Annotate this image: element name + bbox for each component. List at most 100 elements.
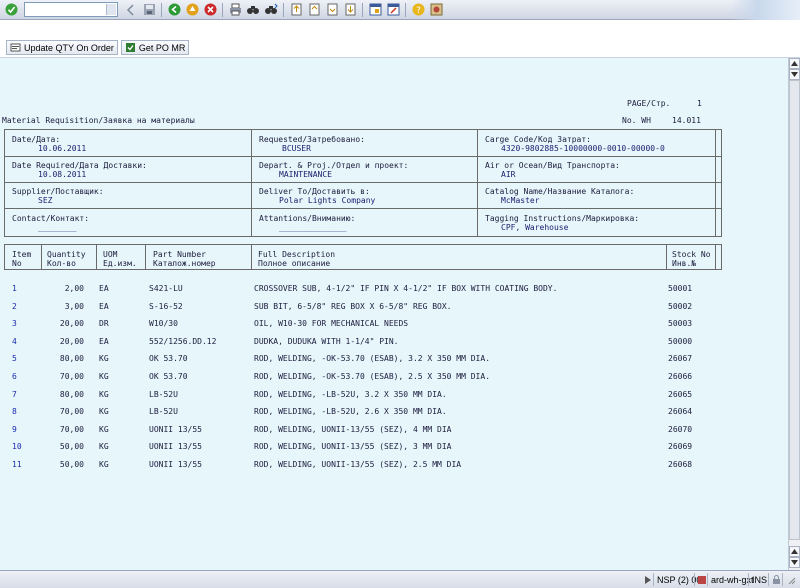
item-uom: EA xyxy=(99,337,109,346)
department-value: MAINTENANCE xyxy=(279,170,332,179)
item-number: 7 xyxy=(12,390,17,399)
item-part-number: UONII 13/55 xyxy=(149,425,202,434)
last-page-icon[interactable] xyxy=(342,2,358,18)
command-input[interactable] xyxy=(25,4,109,17)
resize-grip-icon[interactable] xyxy=(782,573,799,586)
col-qty-header-ru: Кол-во xyxy=(47,259,76,268)
item-uom: KG xyxy=(99,354,109,363)
print-icon[interactable] xyxy=(227,2,243,18)
scroll-down-icon[interactable] xyxy=(789,557,800,568)
charge-code-value: 4320-9802885-10000000-0010-00000-0 xyxy=(501,144,665,153)
transport-label: Air or Ocean/Вид Транспорта: xyxy=(485,161,620,170)
enter-icon[interactable] xyxy=(3,2,19,18)
scroll-page-down-icon[interactable] xyxy=(789,546,800,557)
item-stock-number: 26069 xyxy=(668,442,693,451)
scroll-page-up-icon[interactable] xyxy=(789,69,800,80)
exit-icon[interactable] xyxy=(184,2,200,18)
transport-value: AIR xyxy=(501,170,516,179)
col-item-header-ru: No xyxy=(12,259,22,268)
contact-label: Contact/Контакт: xyxy=(12,214,90,223)
item-description: SUB BIT, 6-5/8" REG BOX X 6-5/8" REG BOX… xyxy=(254,302,452,311)
report-title: Material Requisition/Заявка на материалы xyxy=(2,116,195,125)
item-number: 1 xyxy=(12,284,17,293)
item-uom: DR xyxy=(99,319,109,328)
item-quantity: 3,00 xyxy=(64,302,84,311)
item-quantity: 20,00 xyxy=(59,319,84,328)
document-number-value: 14.011 xyxy=(672,116,701,125)
tagging-label: Tagging Instructions/Маркировка: xyxy=(485,214,640,223)
item-stock-number: 26064 xyxy=(668,407,693,416)
col-desc-header-ru: Полное описание xyxy=(258,259,331,268)
first-page-icon[interactable] xyxy=(288,2,304,18)
find-icon[interactable] xyxy=(245,2,261,18)
charge-code-label: Carge Code/Код Затрат: xyxy=(485,135,591,144)
shortcut-icon[interactable] xyxy=(385,2,401,18)
back-icon[interactable] xyxy=(166,2,182,18)
item-part-number: W10/30 xyxy=(149,319,178,328)
item-uom: KG xyxy=(99,460,109,469)
attention-value: ______________ xyxy=(279,223,347,232)
department-label: Depart. & Proj./Отдел и проект: xyxy=(259,161,409,170)
vertical-scrollbar[interactable] xyxy=(788,58,800,570)
item-number: 10 xyxy=(12,442,22,451)
deliver-to-label: Deliver To/Доставить в: xyxy=(259,187,370,196)
item-part-number: OK 53.70 xyxy=(149,372,188,381)
command-history-icon[interactable] xyxy=(106,4,116,15)
requested-label: Requested/Затребовано: xyxy=(259,135,365,144)
item-part-number: S-16-52 xyxy=(149,302,183,311)
item-stock-number: 50000 xyxy=(668,337,693,346)
item-description: ROD, WELDING, -LB-52U, 3.2 X 350 MM DIA. xyxy=(254,390,447,399)
date-required-label: Date Required/Дата Доставки: xyxy=(12,161,147,170)
find-next-icon[interactable] xyxy=(263,2,279,18)
item-quantity: 50,00 xyxy=(59,460,84,469)
status-bar: NSP (2) 000 ard-wh-gxt INS xyxy=(0,570,800,588)
back-arrow-icon[interactable] xyxy=(123,2,139,18)
scroll-up-icon[interactable] xyxy=(789,58,800,69)
new-session-icon[interactable] xyxy=(367,2,383,18)
get-po-mr-button[interactable]: Get PO MR xyxy=(120,40,190,55)
layout-icon[interactable] xyxy=(428,2,444,18)
item-quantity: 80,00 xyxy=(59,390,84,399)
col-uom-header-ru: Ед.изм. xyxy=(103,259,137,268)
col-part-header-ru: Каталож.номер xyxy=(153,259,216,268)
command-field[interactable] xyxy=(24,2,118,17)
col-qty-header: Quantity xyxy=(47,250,86,259)
contact-value: ________ xyxy=(38,223,77,232)
cancel-icon[interactable] xyxy=(202,2,218,18)
item-part-number: LB-52U xyxy=(149,407,178,416)
update-qty-label: Update QTY On Order xyxy=(24,42,114,53)
item-uom: EA xyxy=(99,302,109,311)
item-part-number: UONII 13/55 xyxy=(149,442,202,451)
document-number-label: No. WH xyxy=(622,116,651,125)
item-uom: EA xyxy=(99,284,109,293)
get-po-icon xyxy=(125,42,136,53)
item-stock-number: 50002 xyxy=(668,302,693,311)
item-stock-number: 26066 xyxy=(668,372,693,381)
item-quantity: 80,00 xyxy=(59,354,84,363)
catalog-label: Catalog Name/Название Каталога: xyxy=(485,187,635,196)
item-description: ROD, WELDING, -OK-53.70 (ESAB), 3.2 X 35… xyxy=(254,354,491,363)
item-uom: KG xyxy=(99,442,109,451)
item-part-number: 552/1256.DD.12 xyxy=(149,337,217,346)
update-qty-button[interactable]: Update QTY On Order xyxy=(6,40,118,55)
item-quantity: 70,00 xyxy=(59,425,84,434)
item-description: CROSSOVER SUB, 4-1/2" IF PIN X 4-1/2" IF… xyxy=(254,284,558,293)
scroll-thumb[interactable] xyxy=(789,80,800,540)
page-value: 1 xyxy=(697,99,702,108)
previous-page-icon[interactable] xyxy=(306,2,322,18)
item-stock-number: 26067 xyxy=(668,354,693,363)
col-stock-header: Stock No xyxy=(672,250,711,259)
item-number: 11 xyxy=(12,460,22,469)
item-description: ROD, WELDING, -OK-53.70 (ESAB), 2.5 X 35… xyxy=(254,372,491,381)
next-page-icon[interactable] xyxy=(324,2,340,18)
col-item-header: Item xyxy=(12,250,32,259)
item-number: 4 xyxy=(12,337,17,346)
supplier-label: Supplier/Поставщик: xyxy=(12,187,104,196)
get-po-mr-label: Get PO MR xyxy=(138,42,186,53)
item-number: 2 xyxy=(12,302,17,311)
requested-value: BCUSER xyxy=(282,144,311,153)
update-qty-icon xyxy=(10,42,21,53)
item-part-number: LB-52U xyxy=(149,390,178,399)
help-icon[interactable]: ? xyxy=(410,2,426,18)
save-icon[interactable] xyxy=(141,2,157,18)
